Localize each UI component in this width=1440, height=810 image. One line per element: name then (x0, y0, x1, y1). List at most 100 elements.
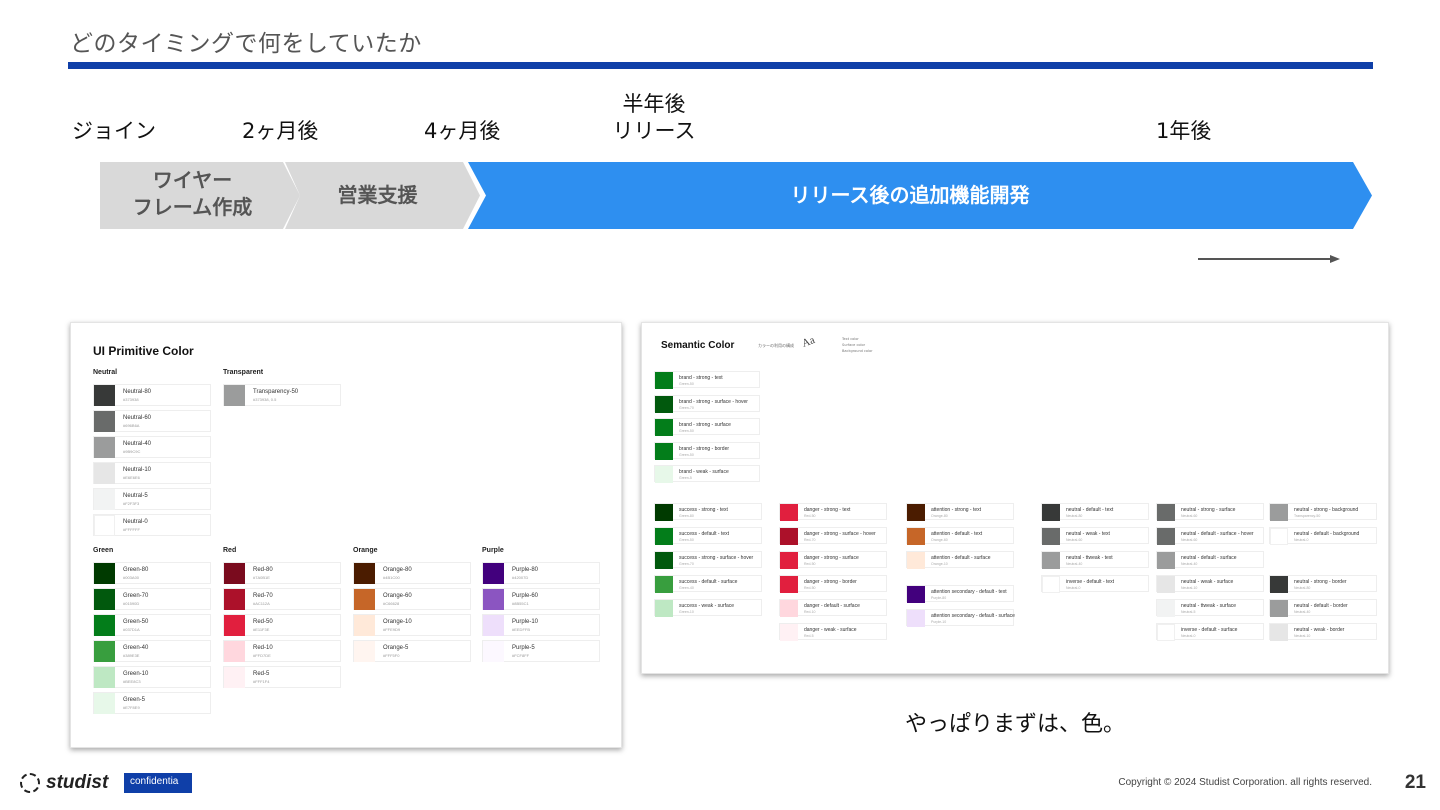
swatch-row: danger - default - surface Red-10 (779, 599, 887, 617)
color-swatch (655, 372, 673, 389)
swatch-value: Orange-10 (931, 562, 948, 566)
group-title-red: Red (223, 547, 237, 554)
swatch-value: #AC112A (253, 601, 270, 606)
swatch-value: Green-80 (679, 514, 694, 518)
swatch-value: Green-50 (679, 382, 694, 386)
swatch-row: success - default - surface Green-40 (654, 575, 762, 593)
swatch-row: danger - strong - surface Red-50 (779, 551, 887, 569)
swatch-value: #373938, 0.5 (253, 397, 277, 402)
swatch-row: Orange-5 #FFF5F0 (353, 640, 471, 662)
swatch-row: Neutral-80 #373938 (93, 384, 211, 406)
swatch-name: danger - default - surface (804, 603, 860, 609)
color-swatch (907, 504, 925, 521)
timeline-label-2months: 2ヶ月後 (242, 119, 319, 143)
swatch-name: brand - strong - surface (679, 422, 731, 428)
swatch-row: Neutral-60 #696B6A (93, 410, 211, 432)
color-swatch (907, 610, 925, 627)
swatch-name: neutral - strong - border (1294, 579, 1347, 585)
color-swatch (1157, 600, 1175, 617)
swatch-name: danger - weak - surface (804, 627, 857, 633)
swatch-value: Neutral-60 (1181, 514, 1198, 518)
swatch-name: neutral - default - border (1294, 603, 1348, 609)
swatch-name: success - strong - surface - hover (679, 555, 754, 561)
swatch-name: Neutral-10 (123, 467, 152, 473)
color-swatch (1042, 552, 1060, 569)
swatch-name: attention - default - text (931, 531, 983, 537)
swatch-row: neutral - weak - text Neutral-60 (1041, 527, 1149, 545)
swatch-row: attention secondary - default - surface P… (906, 609, 1015, 627)
color-swatch (94, 437, 115, 458)
swatch-row: Green-50 #037D1A (93, 614, 211, 636)
color-swatch (780, 576, 798, 593)
color-swatch (780, 624, 798, 641)
color-swatch (94, 667, 115, 688)
swatch-row: neutral - default - text Neutral-80 (1041, 503, 1149, 521)
color-swatch (1157, 624, 1175, 641)
swatch-value: Green-5 (679, 476, 692, 480)
swatch-value: #EEDFFB (512, 627, 531, 632)
swatch-name: neutral - weak - surface (1181, 579, 1234, 585)
swatch-name: neutral - weak - border (1294, 627, 1345, 633)
color-swatch (907, 552, 925, 569)
page-number: 21 (1404, 772, 1426, 793)
color-swatch (1042, 528, 1060, 545)
swatch-row: attention - default - text Orange-60 (906, 527, 1014, 545)
swatch-name: Purple-10 (512, 619, 539, 625)
swatch-name: Red-70 (253, 593, 273, 599)
color-swatch (94, 489, 115, 510)
color-swatch (1042, 504, 1060, 521)
timeline-label-half-year-line2: リリース (612, 119, 696, 143)
swatch-value: Green-70 (679, 405, 694, 410)
color-swatch (907, 528, 925, 545)
swatch-value: Neutral-60 (1066, 538, 1083, 542)
swatch-value: Neutral-80 (1066, 514, 1083, 518)
swatch-value: Neutral-40 (1294, 610, 1311, 614)
swatch-name: Red-5 (253, 671, 270, 677)
group-title-orange: Orange (353, 547, 378, 554)
color-swatch (1042, 576, 1060, 593)
swatch-name: brand - strong - border (679, 445, 730, 452)
color-swatch (354, 641, 375, 662)
swatch-name: Purple-5 (512, 645, 535, 651)
swatch-value: Neutral-0 (1294, 538, 1309, 542)
swatch-row: attention secondary - default - text Purp… (906, 585, 1014, 603)
swatch-name: Transparency-50 (253, 389, 299, 395)
color-swatch (655, 552, 673, 569)
swatch-name: Green-70 (123, 593, 149, 599)
swatch-value: #4B1C00 (383, 575, 400, 580)
studist-logo: studist (20, 772, 108, 794)
swatch-value: Red-50 (804, 514, 816, 518)
swatch-row: Red-5 #FFF1F4 (223, 666, 341, 688)
swatch-row: danger - weak - surface Red-5 (779, 623, 887, 641)
swatch-value: #037D1A (123, 627, 140, 632)
swatch-value: #389E3E (123, 653, 140, 658)
color-swatch (224, 667, 245, 688)
color-swatch (94, 463, 115, 484)
color-swatch (655, 395, 673, 413)
swatch-name: Orange-5 (383, 645, 409, 651)
phase-sales-label: 営業支援 (337, 183, 418, 207)
swatch-row: attention - strong - text Orange-80 (906, 503, 1014, 521)
color-swatch (224, 563, 245, 584)
swatch-value: #7A0B1E (253, 575, 270, 580)
swatch-name: Purple-60 (512, 593, 539, 599)
swatch-value: #C66628 (383, 601, 400, 606)
swatch-name: brand - strong - surface - hover (679, 398, 748, 405)
swatch-name: success - default - surface (679, 579, 738, 585)
swatch-value: #F2F3F3 (123, 501, 140, 506)
swatch-row: Neutral-40 #9B9C9C (93, 436, 211, 458)
swatch-name: Neutral-60 (123, 415, 152, 421)
swatch-value: Neutral-80 (1294, 586, 1311, 590)
confidential-badge: confidentia (124, 773, 192, 793)
swatch-row: Transparency-50 #373938, 0.5 (223, 384, 341, 406)
color-swatch (655, 504, 673, 521)
swatch-row: inverse - default - surface Neutral-0 (1156, 623, 1264, 641)
swatch-row: Neutral-5 #F2F3F3 (93, 488, 211, 510)
swatch-name: Neutral-40 (123, 441, 152, 447)
swatch-row: Purple-80 #42007D (482, 562, 600, 584)
swatch-value: Neutral-0 (1181, 634, 1196, 638)
swatch-value: Red-50 (804, 562, 816, 566)
swatch-name: Green-80 (123, 567, 149, 573)
swatch-value: Neutral-40 (1181, 562, 1198, 566)
swatch-name: neutral - default - background (1294, 531, 1360, 537)
